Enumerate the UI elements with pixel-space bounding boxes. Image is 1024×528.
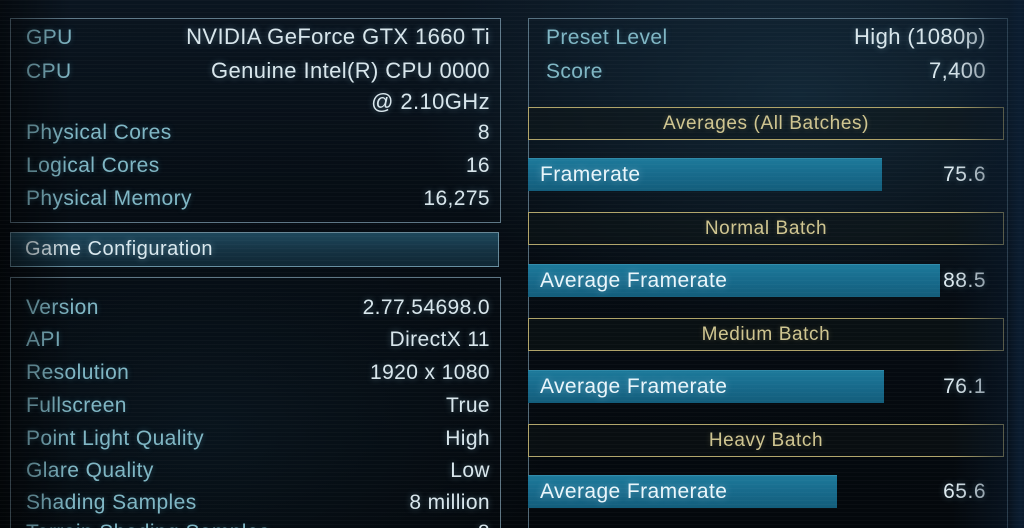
row-label: Preset Level [546,26,668,49]
row-value: 2.77.54698.0 [362,296,490,319]
row-value: 7,400 [928,58,986,83]
row-label: Fullscreen [26,394,127,417]
metric-value: 88.5 [943,268,986,292]
row-value: Low [450,459,490,482]
config-row-version: Version 2.77.54698.0 [0,296,512,320]
row-value: True [446,394,490,417]
metric-value: 65.6 [943,479,986,503]
row-value: 8 [477,121,490,144]
section-header-averages-all-batches: Averages (All Batches) [528,107,1004,140]
result-row-score: Score 7,400 [528,58,1004,84]
row-value: 8 [478,521,490,528]
section-header-label: Averages (All Batches) [662,112,870,134]
config-row-api: API DirectX 11 [0,328,512,352]
system-row-physical-cores: Physical Cores 8 [0,121,512,145]
system-row-cpu-clock: @ 2.10GHz [0,89,512,115]
row-label: Terrain Shading Samples [26,521,270,528]
section-header-heavy-batch: Heavy Batch [528,424,1004,457]
row-value: Genuine Intel(R) CPU 0000 [210,58,490,83]
system-row-cpu: CPU Genuine Intel(R) CPU 0000 [0,58,512,84]
metric-value: 76.1 [943,374,986,398]
row-label: API [26,328,62,351]
section-header-label: Medium Batch [701,323,831,345]
system-row-gpu: GPU NVIDIA GeForce GTX 1660 Ti [0,24,512,50]
row-label: Glare Quality [26,459,154,482]
row-label: Resolution [26,361,130,384]
right-edge-glow [1010,0,1024,528]
metric-row-medium-batch-framerate: Average Framerate 76.1 [528,370,1004,403]
metric-row-normal-batch-framerate: Average Framerate 88.5 [528,264,1004,297]
system-row-logical-cores: Logical Cores 16 [0,154,512,178]
row-value: NVIDIA GeForce GTX 1660 Ti [186,24,490,49]
config-row-resolution: Resolution 1920 x 1080 [0,361,512,385]
metric-label: Average Framerate [540,479,728,503]
metric-label: Average Framerate [540,268,728,292]
config-row-fullscreen: Fullscreen True [0,394,512,418]
row-value: @ 2.10GHz [371,89,490,114]
metric-row-averages-framerate: Framerate 75.6 [528,158,1004,191]
row-value: 8 million [409,491,490,514]
row-value: 1920 x 1080 [369,361,490,384]
section-header-label: Normal Batch [704,217,828,239]
section-header-label: Heavy Batch [708,429,824,451]
result-row-preset-level: Preset Level High (1080p) [528,24,1004,50]
row-value: High [445,427,490,450]
row-label: Version [26,296,99,319]
row-label: Physical Cores [26,121,172,144]
metric-row-heavy-batch-framerate: Average Framerate 65.6 [528,475,1004,508]
row-label: Logical Cores [26,154,160,177]
metric-label: Framerate [540,162,641,186]
section-header-normal-batch: Normal Batch [528,212,1004,245]
row-label: GPU [26,26,73,49]
config-row-terrain-shading-samples: Terrain Shading Samples 8 [0,521,512,528]
row-label: Point Light Quality [26,427,205,450]
metric-label: Average Framerate [540,374,728,398]
row-value: 16 [465,154,490,177]
left-column: GPU NVIDIA GeForce GTX 1660 Ti CPU Genui… [0,0,512,528]
row-label: Score [546,60,603,83]
benchmark-results-screen: GPU NVIDIA GeForce GTX 1660 Ti CPU Genui… [0,0,1024,528]
row-value: 16,275 [423,187,490,210]
row-value: DirectX 11 [389,328,490,351]
metric-value: 75.6 [943,162,986,186]
system-row-physical-memory: Physical Memory 16,275 [0,187,512,211]
game-configuration-header: Game Configuration [10,232,499,267]
row-label: CPU [26,60,72,83]
section-header-medium-batch: Medium Batch [528,318,1004,351]
row-label: Physical Memory [26,187,192,210]
config-row-point-light-quality: Point Light Quality High [0,427,512,451]
row-value: High (1080p) [854,24,986,49]
config-row-shading-samples: Shading Samples 8 million [0,491,512,515]
row-label: Shading Samples [26,491,197,514]
config-row-glare-quality: Glare Quality Low [0,459,512,483]
game-configuration-header-label: Game Configuration [25,238,213,260]
